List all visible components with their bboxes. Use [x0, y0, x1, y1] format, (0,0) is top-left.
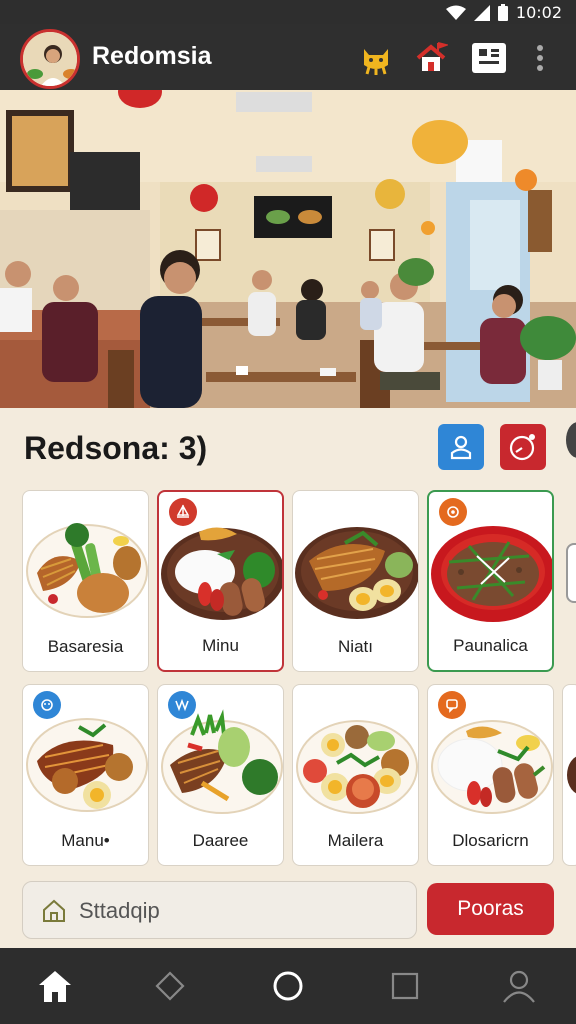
food-plate-image: [161, 709, 283, 814]
menu-card[interactable]: Manu•: [22, 684, 149, 866]
card-label: Basaresia: [47, 637, 124, 656]
menu-card[interactable]: Niatı: [292, 490, 419, 672]
card-label: Dlosaricrn: [452, 831, 529, 850]
bottom-nav: [0, 948, 576, 1024]
edge-button-partial[interactable]: [566, 422, 576, 458]
menu-section: Redsona: 3) Basaresia Minu Niatı Paunali…: [0, 408, 576, 948]
profile-icon[interactable]: [499, 966, 539, 1006]
search-input[interactable]: Sttadqip: [22, 881, 417, 939]
food-plate-image: [431, 720, 553, 814]
edge-card-partial[interactable]: [562, 684, 576, 866]
food-plate-image: [296, 720, 418, 814]
food-plate-image: [161, 527, 282, 620]
food-plate-image: [26, 718, 148, 812]
app-title: Redomsia: [92, 42, 212, 70]
status-bar: 10:02: [0, 0, 576, 24]
card-label: Minu: [202, 636, 239, 655]
home-outline-icon: [43, 899, 65, 922]
user-button[interactable]: [438, 424, 484, 470]
food-plate-image: [431, 526, 552, 622]
menu-card[interactable]: Daaree: [157, 684, 284, 866]
user-icon: [450, 435, 472, 460]
menu-card[interactable]: Minu: [157, 490, 284, 672]
menu-card[interactable]: Basaresia: [22, 490, 149, 672]
app-bar: Redomsia: [0, 24, 576, 90]
status-time: 10:02: [515, 3, 562, 22]
menu-card[interactable]: Paunalica: [427, 490, 554, 672]
card-label: Manu•: [61, 831, 110, 850]
timer-icon: [509, 434, 535, 461]
card-label: Niatı: [338, 637, 373, 656]
home-flag-icon[interactable]: [411, 38, 451, 78]
food-plate-image: [295, 527, 418, 619]
home-icon[interactable]: [35, 966, 75, 1006]
square-icon[interactable]: [385, 966, 425, 1006]
calendar-grid-icon[interactable]: [469, 38, 509, 78]
cat-mascot-icon[interactable]: [356, 38, 396, 78]
edge-card-partial[interactable]: [566, 543, 576, 603]
signal-icon: [473, 4, 490, 21]
card-label: Mailera: [327, 831, 384, 850]
battery-icon: [497, 4, 508, 21]
search-placeholder: Sttadqip: [79, 898, 160, 923]
menu-card[interactable]: Mailera: [292, 684, 419, 866]
food-plate-image: [26, 523, 148, 618]
avatar[interactable]: [20, 29, 80, 89]
diamond-icon[interactable]: [150, 966, 190, 1006]
timer-button[interactable]: [500, 424, 546, 470]
restaurant-hero-image: [0, 90, 576, 408]
more-vert-icon[interactable]: [530, 38, 550, 78]
section-title: Redsona: 3): [24, 430, 208, 466]
menu-card[interactable]: Dlosaricrn: [427, 684, 554, 866]
circle-icon[interactable]: [268, 966, 308, 1006]
card-label: Paunalica: [453, 636, 528, 655]
wifi-icon: [445, 5, 466, 20]
pooras-button[interactable]: Pooras: [427, 883, 554, 935]
card-label: Daaree: [192, 831, 249, 850]
